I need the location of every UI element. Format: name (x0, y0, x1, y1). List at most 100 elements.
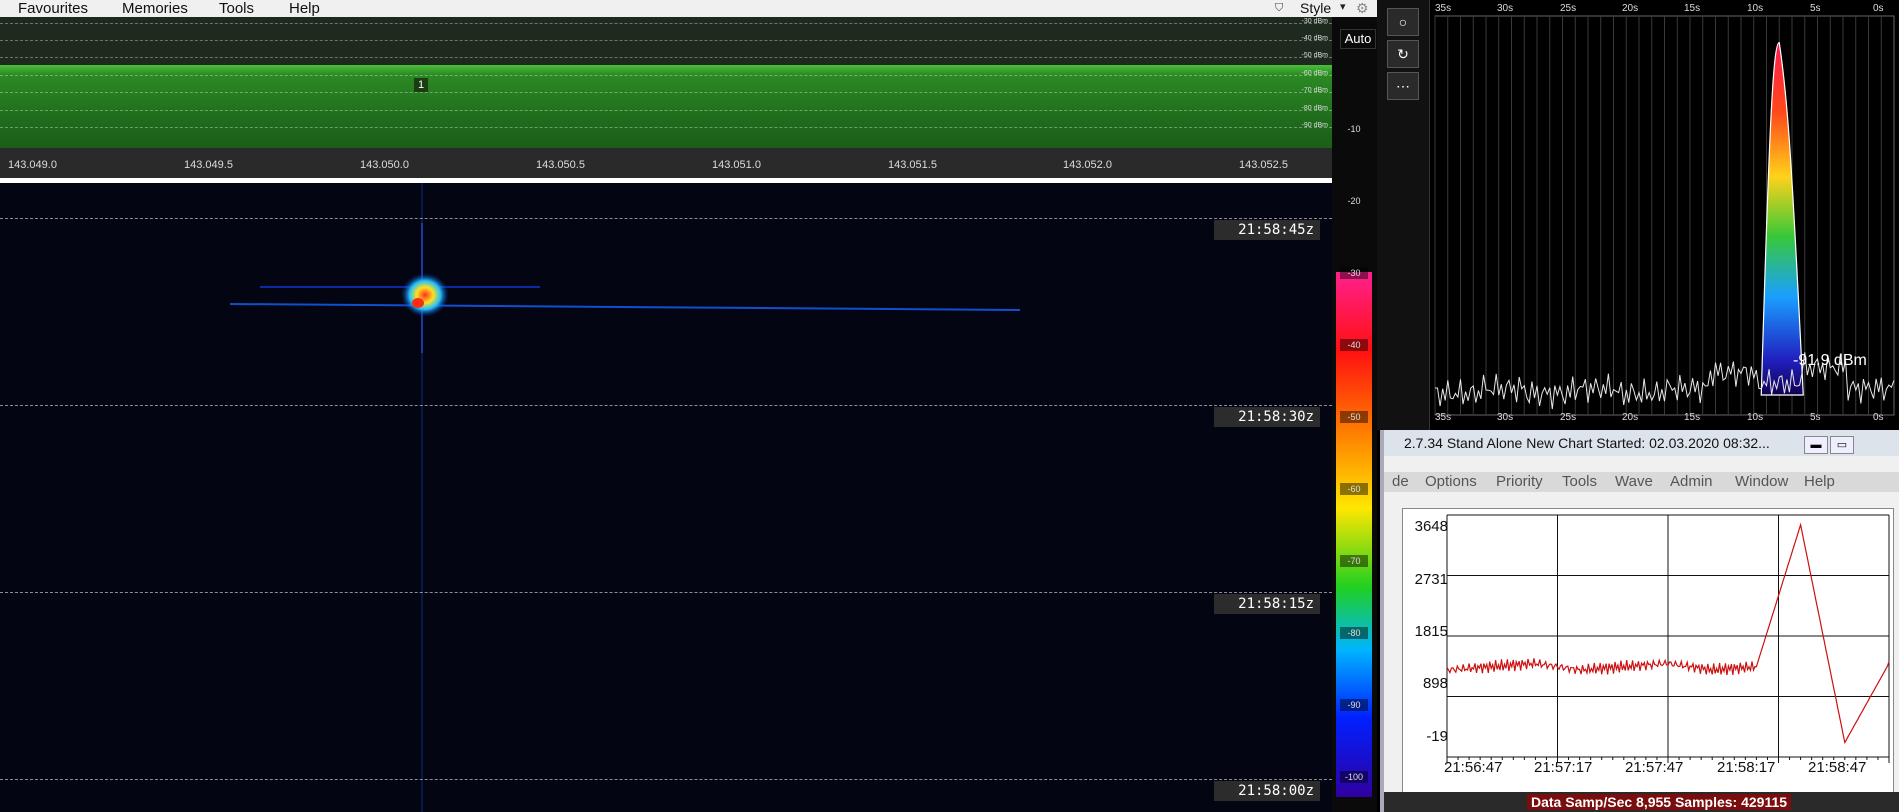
freq-label: 143.052.0 (1063, 159, 1112, 171)
colorbar-tick: -80 (1340, 627, 1368, 639)
timestamp-label: 21:58:15z (1214, 594, 1320, 614)
dbm-gridline (0, 92, 1332, 93)
time-tick: 15s (1684, 412, 1701, 423)
menu-bar: Favourites Memories Tools Help ⛉ Style ▾… (0, 0, 1377, 17)
dbm-gridline (0, 57, 1332, 58)
time-tick: 35s (1435, 412, 1452, 423)
timestamp-label: 21:58:30z (1214, 407, 1320, 427)
y-tick: 898 (1422, 675, 1448, 692)
dbm-label: -70 dBm (1301, 87, 1328, 94)
freq-label: 143.049.0 (8, 159, 57, 171)
x-tick: 21:58:47 (1808, 759, 1867, 776)
auto-button[interactable]: Auto (1340, 29, 1376, 49)
waterfall-display[interactable]: 21:58:45z 21:58:30z 21:58:15z 21:58:00z (0, 183, 1332, 812)
style-dropdown[interactable]: Style (1300, 0, 1331, 16)
menu-favourites[interactable]: Favourites (18, 0, 88, 17)
menu-tools[interactable]: Tools (1562, 473, 1597, 490)
time-series-plot (1446, 514, 1890, 763)
dbm-gridline (0, 75, 1332, 76)
menu-wave[interactable]: Wave (1615, 473, 1653, 490)
colorbar-tick: -70 (1340, 555, 1368, 567)
y-tick: 1815 (1414, 623, 1448, 640)
dbm-gridline (0, 110, 1332, 111)
frequency-axis[interactable]: 143.049.0 143.049.5 143.050.0 143.050.5 … (0, 148, 1332, 178)
dbm-label: -90 dBm (1301, 122, 1328, 129)
menu-priority[interactable]: Priority (1496, 473, 1543, 490)
y-tick: -19 (1426, 728, 1448, 745)
colorbar-tick: -40 (1340, 339, 1368, 351)
time-gridline (0, 592, 1332, 593)
level-peak (1760, 41, 1804, 396)
marker-1[interactable]: 1 (414, 78, 428, 92)
time-tick: 0s (1873, 3, 1884, 14)
menu-help[interactable]: Help (289, 0, 320, 17)
menu-memories[interactable]: Memories (122, 0, 188, 17)
chevron-down-icon[interactable]: ▾ (1340, 0, 1346, 13)
time-tick: 15s (1684, 3, 1701, 14)
side-toolbar: ○ ↻ ⋯ (1377, 0, 1430, 430)
time-tick: 5s (1810, 412, 1821, 423)
time-gridline (0, 779, 1332, 780)
colorbar-tick: -60 (1340, 483, 1368, 495)
freq-label: 143.052.5 (1239, 159, 1288, 171)
realtime-level-chart[interactable]: 35s 30s 25s 20s 15s 10s 5s 0s 35s 30s 25… (1430, 0, 1899, 430)
timestamp-label: 21:58:00z (1214, 781, 1320, 801)
menu-window[interactable]: Window (1735, 473, 1788, 490)
colorbar-tick: -20 (1347, 196, 1361, 206)
time-tick: 35s (1435, 3, 1452, 14)
x-tick: 21:56:47 (1444, 759, 1503, 776)
freq-label: 143.050.5 (536, 159, 585, 171)
dbm-label: -40 dBm (1301, 35, 1328, 42)
colorbar-tick: -50 (1340, 411, 1368, 423)
status-text: Data Samp/Sec 8,955 Samples: 429115 (1527, 794, 1792, 810)
dbm-gridline (0, 127, 1332, 128)
freq-label: 143.051.0 (712, 159, 761, 171)
menu-admin[interactable]: Admin (1670, 473, 1713, 490)
more-icon[interactable]: ⋯ (1387, 72, 1419, 100)
window-menu-bar: de Options Priority Tools Wave Admin Win… (1384, 472, 1899, 492)
time-tick: 10s (1747, 3, 1764, 14)
timestamp-label: 21:58:45z (1214, 220, 1320, 240)
menu-tools[interactable]: Tools (219, 0, 254, 17)
dbm-gridline (0, 40, 1332, 41)
time-series-chart[interactable] (1402, 508, 1894, 800)
x-tick: 21:57:17 (1534, 759, 1593, 776)
colorbar-panel: Auto -10 -20 -30 -40 -50 -60 -70 -80 -90… (1332, 17, 1377, 812)
time-tick: 30s (1497, 412, 1514, 423)
menu-mode[interactable]: de (1392, 473, 1409, 490)
freq-label: 143.051.5 (888, 159, 937, 171)
time-tick: 25s (1560, 412, 1577, 423)
spectrum-panel[interactable]: -30 dBm -40 dBm -50 dBm -60 dBm -70 dBm … (0, 17, 1332, 160)
level-readout: -91.9 dBm (1793, 352, 1867, 369)
y-tick: 2731 (1414, 571, 1448, 588)
x-tick: 21:58:17 (1717, 759, 1776, 776)
time-gridline (0, 405, 1332, 406)
shield-icon[interactable]: ⛉ (1275, 2, 1283, 15)
time-tick: 20s (1622, 3, 1639, 14)
x-tick: 21:57:47 (1625, 759, 1684, 776)
colorbar-tick: -90 (1340, 699, 1368, 711)
time-tick: 5s (1810, 3, 1821, 14)
freq-label: 143.049.5 (184, 159, 233, 171)
menu-options[interactable]: Options (1425, 473, 1477, 490)
dbm-label: -30 dBm (1301, 18, 1328, 25)
time-tick: 30s (1497, 3, 1514, 14)
colorbar-tick: -30 (1340, 267, 1368, 279)
menu-help[interactable]: Help (1804, 473, 1835, 490)
refresh-icon[interactable]: ↻ (1387, 40, 1419, 68)
time-tick: 10s (1747, 412, 1764, 423)
status-bar: Data Samp/Sec 8,955 Samples: 429115 (1384, 792, 1899, 812)
chart-window: 2.7.34 Stand Alone New Chart Started: 02… (1380, 430, 1899, 812)
circle-icon[interactable]: ○ (1387, 8, 1419, 36)
y-tick: 3648 (1414, 518, 1448, 535)
freq-label: 143.050.0 (360, 159, 409, 171)
dbm-label: -60 dBm (1301, 70, 1328, 77)
minimize-icon[interactable]: ▬ (1804, 436, 1828, 454)
restore-icon[interactable]: ▭ (1830, 436, 1854, 454)
time-gridline (0, 218, 1332, 219)
time-tick: 20s (1622, 412, 1639, 423)
dbm-gridline (0, 23, 1332, 24)
dbm-label: -50 dBm (1301, 52, 1328, 59)
gear-icon[interactable]: ⚙ (1356, 0, 1369, 17)
spectrum-band (0, 65, 1332, 160)
